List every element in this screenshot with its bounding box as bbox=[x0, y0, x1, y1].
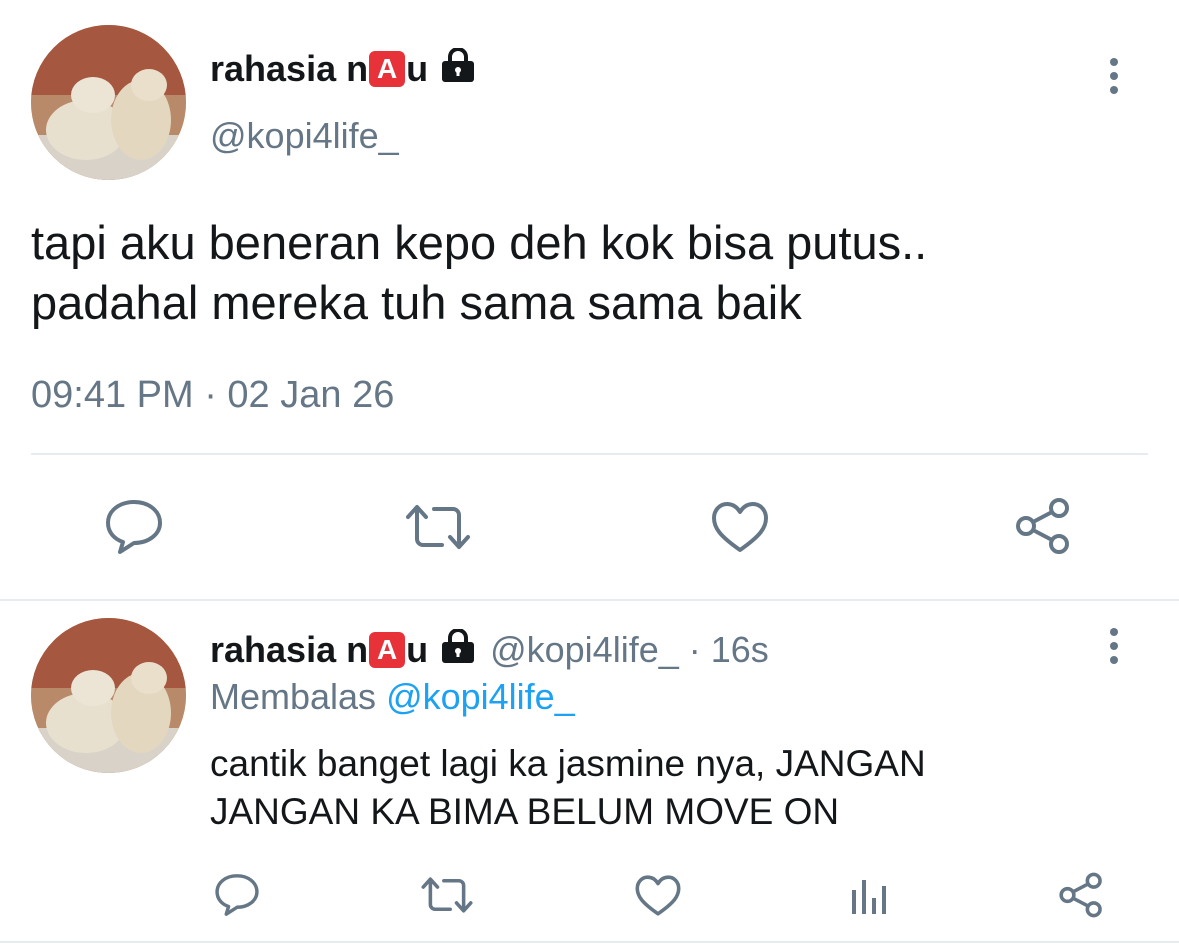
author-name-suffix: u bbox=[406, 48, 429, 89]
reply-button[interactable] bbox=[104, 498, 164, 556]
replying-to: Membalas @kopi4life_ bbox=[210, 676, 575, 718]
reply-text: cantik banget lagi ka jasmine nya, JANGA… bbox=[210, 740, 926, 836]
author-name-suffix: u bbox=[406, 629, 429, 670]
letter-a-badge: A bbox=[369, 632, 406, 668]
share-icon bbox=[1016, 498, 1069, 554]
like-button[interactable] bbox=[634, 874, 682, 917]
tweet-text-line: tapi aku beneran kepo deh kok bisa putus… bbox=[31, 216, 928, 269]
author-handle[interactable]: @kopi4life_ bbox=[490, 629, 679, 671]
like-icon bbox=[635, 875, 681, 916]
author-handle[interactable]: @kopi4life_ bbox=[210, 115, 399, 157]
retweet-button[interactable] bbox=[404, 503, 472, 551]
like-button[interactable] bbox=[710, 500, 770, 554]
author-name-prefix: rahasia n bbox=[210, 48, 369, 89]
divider bbox=[31, 453, 1148, 455]
replying-label: Membalas bbox=[210, 676, 377, 717]
tweet-text-line: padahal mereka tuh sama sama baik bbox=[31, 276, 802, 329]
reply-button[interactable] bbox=[214, 872, 260, 918]
retweet-icon bbox=[406, 505, 470, 549]
divider bbox=[0, 599, 1179, 601]
reply-header: rahasia nAu @kopi4life_ · 16s bbox=[210, 626, 769, 674]
retweet-icon bbox=[421, 877, 473, 913]
tweet-text: tapi aku beneran kepo deh kok bisa putus… bbox=[31, 213, 927, 333]
author-name[interactable]: rahasia nAu bbox=[210, 627, 478, 672]
tweet-time[interactable]: · 16s bbox=[689, 629, 769, 671]
share-button[interactable] bbox=[1014, 497, 1072, 555]
reply-text-line: JANGAN KA BIMA BELUM MOVE ON bbox=[210, 791, 840, 832]
lock-icon bbox=[438, 627, 478, 672]
more-options-button[interactable] bbox=[1107, 628, 1121, 664]
share-button[interactable] bbox=[1058, 872, 1104, 918]
avatar[interactable] bbox=[31, 618, 186, 773]
replying-to-handle[interactable]: @kopi4life_ bbox=[386, 676, 575, 717]
avatar[interactable] bbox=[31, 25, 186, 180]
letter-a-badge: A bbox=[369, 51, 406, 87]
author-name[interactable]: rahasia nAu bbox=[210, 46, 478, 91]
like-icon bbox=[712, 502, 768, 552]
lock-icon bbox=[438, 46, 478, 91]
tweet-timestamp[interactable]: 09:41 PM · 02 Jan 26 bbox=[31, 374, 394, 417]
analytics-icon bbox=[852, 880, 886, 914]
share-icon bbox=[1059, 872, 1102, 918]
author-name-prefix: rahasia n bbox=[210, 629, 369, 670]
divider bbox=[0, 941, 1179, 943]
analytics-button[interactable] bbox=[850, 876, 888, 916]
reply-text-line: cantik banget lagi ka jasmine nya, JANGA… bbox=[210, 743, 926, 784]
reply-icon bbox=[106, 500, 162, 554]
retweet-button[interactable] bbox=[420, 876, 474, 914]
reply-icon bbox=[215, 874, 259, 916]
more-options-button[interactable] bbox=[1107, 58, 1121, 94]
